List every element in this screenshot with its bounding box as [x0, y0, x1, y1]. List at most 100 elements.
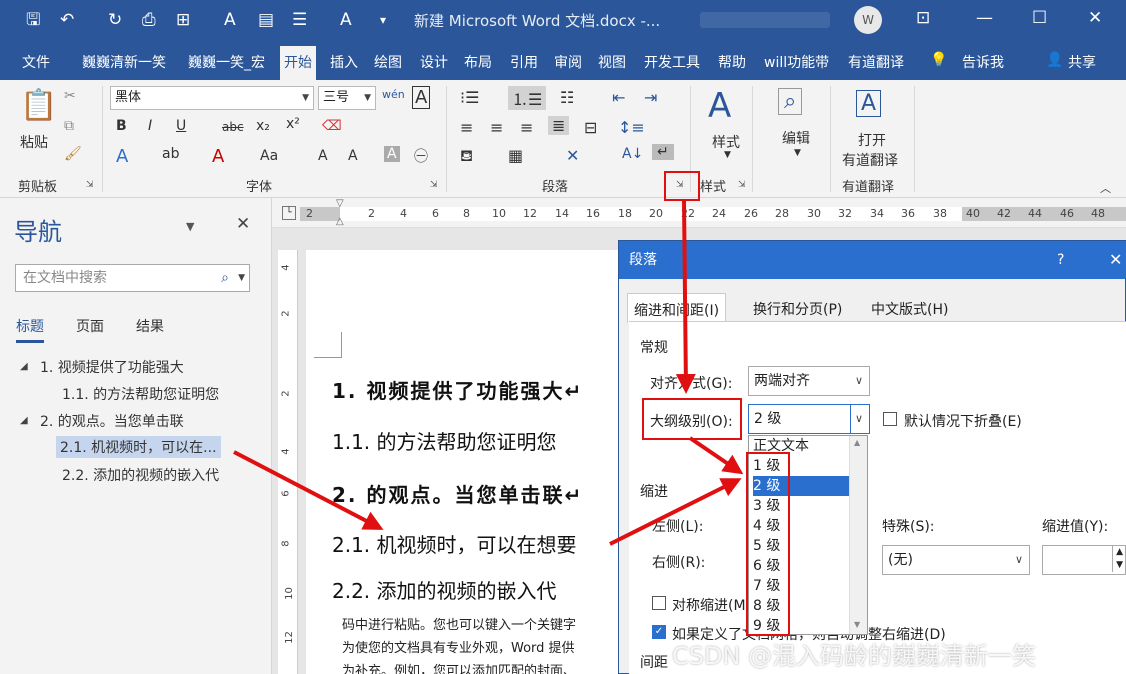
- tab-view[interactable]: 视图: [598, 52, 626, 72]
- tab-layout[interactable]: 布局: [464, 52, 492, 72]
- line-spacing-icon[interactable]: ↕≡: [618, 118, 645, 137]
- tab-indent-spacing[interactable]: 缩进和间距(I): [627, 293, 727, 323]
- tab-line-page-breaks[interactable]: 换行和分页(P): [747, 299, 848, 319]
- justify-icon[interactable]: ≣: [548, 116, 570, 135]
- close-window-icon[interactable]: ✕: [1088, 8, 1102, 28]
- help-icon[interactable]: ?: [1057, 241, 1064, 279]
- tab-asian-typography[interactable]: 中文版式(H): [865, 299, 954, 319]
- maximize-icon[interactable]: ☐: [1032, 8, 1047, 28]
- share-icon[interactable]: 👤: [1046, 52, 1063, 68]
- save-icon[interactable]: 🖫: [26, 9, 40, 31]
- minimize-icon[interactable]: —: [976, 8, 993, 28]
- heading-1[interactable]: 1. 视频提供了功能强大↵: [332, 375, 583, 404]
- mirror-indent-checkbox[interactable]: [652, 596, 666, 610]
- nav-heading-item[interactable]: 2.2. 添加的视频的嵌入代: [62, 465, 219, 485]
- body-paragraph-line[interactable]: 为使您的文档具有专业外观，Word 提供: [342, 637, 575, 656]
- tab-results[interactable]: 结果: [136, 316, 164, 336]
- collapse-ribbon-icon[interactable]: ︿: [1100, 180, 1111, 196]
- editing-button[interactable]: 编辑: [782, 128, 810, 148]
- show-marks-icon[interactable]: ↵: [652, 144, 674, 160]
- tab-file[interactable]: 文件: [22, 52, 50, 72]
- font-color-icon[interactable]: A: [224, 9, 236, 31]
- underline-icon[interactable]: U: [176, 118, 186, 134]
- heading-2[interactable]: 2. 的观点。当您单击联↵: [332, 479, 583, 508]
- tab-headings[interactable]: 标题: [16, 316, 44, 343]
- ribbon-display-icon[interactable]: ⊡: [916, 8, 930, 28]
- font-name-combo[interactable]: 黑体 ▼: [110, 86, 314, 110]
- share-button[interactable]: 共享: [1068, 52, 1096, 72]
- alignment-select[interactable]: 两端对齐 ∨: [748, 366, 870, 396]
- bold-icon[interactable]: B: [116, 118, 127, 134]
- tab-will[interactable]: will功能带: [764, 52, 829, 72]
- char-shading-icon[interactable]: A: [384, 146, 400, 162]
- increase-indent-icon[interactable]: ⇥: [644, 88, 657, 107]
- tab-references[interactable]: 引用: [510, 52, 538, 72]
- body-paragraph-line[interactable]: 为补充。例如，您可以添加匹配的封面、: [342, 660, 576, 674]
- align-left-icon[interactable]: ≡: [460, 118, 473, 137]
- styles-button[interactable]: 样式: [712, 132, 740, 152]
- search-icon[interactable]: ⌕: [221, 265, 229, 291]
- scroll-down-icon[interactable]: ▼: [854, 620, 860, 629]
- search-input[interactable]: 在文档中搜索 ⌕ ▼: [15, 264, 250, 292]
- chevron-down-icon[interactable]: ▼: [238, 265, 245, 291]
- first-line-indent-marker-icon[interactable]: ▽: [336, 198, 344, 209]
- subscript-icon[interactable]: x₂: [256, 118, 270, 134]
- cut-icon[interactable]: ✂: [64, 88, 76, 104]
- shading-icon[interactable]: ⛾: [460, 146, 473, 167]
- font-launcher-icon[interactable]: ⇲: [430, 180, 438, 190]
- translate-icon[interactable]: A: [856, 90, 882, 117]
- nav-heading-item[interactable]: 1.1. 的方法帮助您证明您: [62, 384, 219, 404]
- tab-developer[interactable]: 开发工具: [644, 52, 700, 72]
- tab-design[interactable]: 设计: [420, 52, 448, 72]
- page-icon[interactable]: ▤: [258, 9, 274, 31]
- decrease-indent-icon[interactable]: ⇤: [612, 88, 625, 107]
- close-icon[interactable]: ✕: [1109, 241, 1122, 279]
- paste-icon[interactable]: 📋: [20, 88, 57, 123]
- chevron-down-icon[interactable]: ▼: [724, 150, 731, 160]
- sort-icon[interactable]: A↓: [622, 146, 643, 162]
- numbering-icon[interactable]: ⒈☰: [508, 86, 547, 110]
- chevron-down-icon[interactable]: ▼: [794, 148, 801, 158]
- print-preview-icon[interactable]: ⎙: [142, 9, 156, 31]
- borders-icon[interactable]: ▦: [508, 146, 523, 165]
- copy-icon[interactable]: ⧉: [64, 118, 74, 134]
- tab-selector-icon[interactable]: └: [282, 206, 296, 220]
- tab-insert[interactable]: 插入: [330, 52, 358, 72]
- chinese-layout-icon[interactable]: ✕: [566, 146, 579, 165]
- dialog-title-bar[interactable]: 段落 ? ✕: [619, 241, 1126, 279]
- table-icon[interactable]: ⊞: [176, 9, 190, 31]
- lightbulb-icon[interactable]: 💡: [930, 52, 947, 68]
- char-border-icon[interactable]: A: [412, 86, 431, 109]
- tab-custom1[interactable]: 巍巍清新一笑: [82, 52, 166, 72]
- close-icon[interactable]: ✕: [236, 214, 250, 234]
- clear-format-icon[interactable]: ⌫: [322, 118, 342, 134]
- undo-icon[interactable]: ↶: [60, 9, 74, 31]
- heading-2-1[interactable]: 2.1. 机视频时，可以在想要: [332, 529, 577, 558]
- collapse-by-default-checkbox[interactable]: [883, 412, 897, 426]
- expand-icon[interactable]: ◢: [20, 415, 28, 426]
- tab-draw[interactable]: 绘图: [374, 52, 402, 72]
- indent-value-spinner[interactable]: ▲ ▼: [1042, 545, 1126, 575]
- tab-home[interactable]: 开始: [280, 46, 316, 82]
- heading-1-1[interactable]: 1.1. 的方法帮助您证明您: [332, 426, 557, 455]
- body-paragraph-line[interactable]: 码中进行粘贴。您也可以键入一个关键字: [342, 614, 576, 633]
- font-color-icon[interactable]: A: [212, 146, 224, 167]
- strikethrough-icon[interactable]: abc: [222, 120, 244, 134]
- auto-adjust-checkbox[interactable]: ✓: [652, 625, 666, 639]
- align-center-icon[interactable]: ≡: [490, 118, 503, 137]
- tab-pages[interactable]: 页面: [76, 316, 104, 336]
- italic-icon[interactable]: I: [148, 118, 152, 134]
- change-case-icon[interactable]: Aa: [260, 148, 278, 164]
- tab-review[interactable]: 审阅: [554, 52, 582, 72]
- left-indent-marker-icon[interactable]: △: [336, 216, 344, 227]
- horizontal-ruler[interactable]: └ ▽ △ 2 2 4 6 8 10 12 14 16 18 20 22 24 …: [272, 198, 1126, 228]
- nav-heading-item[interactable]: 2. 的观点。当您单击联: [40, 411, 184, 431]
- list-icon[interactable]: ☰: [292, 9, 307, 31]
- bullets-icon[interactable]: ⁝☰: [460, 88, 479, 107]
- spinner-arrows-icon[interactable]: ▲ ▼: [1112, 546, 1123, 572]
- text-effect-icon[interactable]: A: [116, 146, 128, 167]
- nav-options-icon[interactable]: ▼: [186, 220, 194, 233]
- grow-font-icon[interactable]: A: [318, 148, 328, 164]
- superscript-icon[interactable]: x²: [286, 116, 300, 132]
- heading-2-2[interactable]: 2.2. 添加的视频的嵌入代: [332, 575, 557, 604]
